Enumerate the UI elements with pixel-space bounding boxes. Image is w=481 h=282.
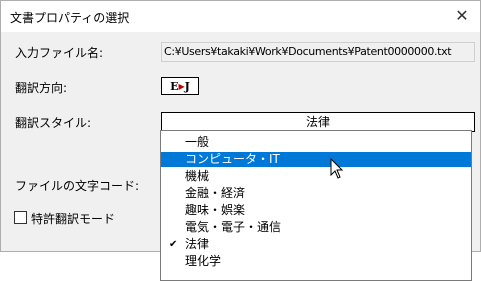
option-label: コンピュータ・IT bbox=[185, 152, 280, 166]
option-label: 機械 bbox=[185, 169, 210, 183]
input-file-label: 入力ファイル名: bbox=[15, 46, 104, 60]
option-label: 電気・電子・通信 bbox=[185, 220, 282, 234]
direction-to: J bbox=[184, 80, 190, 93]
option-law[interactable]: ✔ 法律 bbox=[161, 237, 471, 252]
input-file-path: C:¥Users¥takaki¥Work¥Documents¥Patent000… bbox=[161, 42, 475, 62]
option-label: 理化学 bbox=[185, 254, 222, 268]
option-label: 金融・経済 bbox=[185, 186, 246, 200]
dialog-title: 文書プロパティの選択 bbox=[10, 11, 130, 25]
direction-from: E bbox=[170, 80, 179, 93]
option-label: 法律 bbox=[185, 237, 210, 251]
close-icon[interactable]: ✕ bbox=[450, 5, 474, 27]
option-machinery[interactable]: 機械 bbox=[161, 169, 471, 184]
direction-label: 翻訳方向: bbox=[15, 81, 68, 95]
option-finance-economy[interactable]: 金融・経済 bbox=[161, 186, 471, 201]
patent-mode-label: 特許翻訳モード bbox=[31, 212, 116, 226]
mouse-pointer-icon bbox=[330, 158, 344, 179]
option-label: 趣味・娯楽 bbox=[185, 203, 246, 217]
style-label: 翻訳スタイル: bbox=[15, 116, 92, 130]
checkmark-icon: ✔ bbox=[169, 239, 178, 250]
option-computer-it[interactable]: コンピュータ・IT bbox=[161, 152, 471, 167]
style-select[interactable]: 法律 bbox=[161, 112, 475, 132]
title-bar: 文書プロパティの選択 ✕ bbox=[1, 1, 480, 32]
option-electrical-electronics-communications[interactable]: 電気・電子・通信 bbox=[161, 220, 471, 235]
option-physics-chemistry[interactable]: 理化学 bbox=[161, 254, 471, 269]
style-dropdown-list: 一般 コンピュータ・IT 機械 金融・経済 趣味・娯楽 電気・電子・通信 ✔ 法律… bbox=[160, 130, 472, 281]
e-to-j-icon[interactable]: E▶J bbox=[161, 77, 199, 95]
patent-mode-checkbox[interactable] bbox=[14, 211, 27, 224]
option-label: 一般 bbox=[185, 135, 210, 149]
encoding-label: ファイルの文字コード: bbox=[15, 179, 140, 193]
option-general[interactable]: 一般 bbox=[161, 135, 471, 150]
option-hobby-entertainment[interactable]: 趣味・娯楽 bbox=[161, 203, 471, 218]
